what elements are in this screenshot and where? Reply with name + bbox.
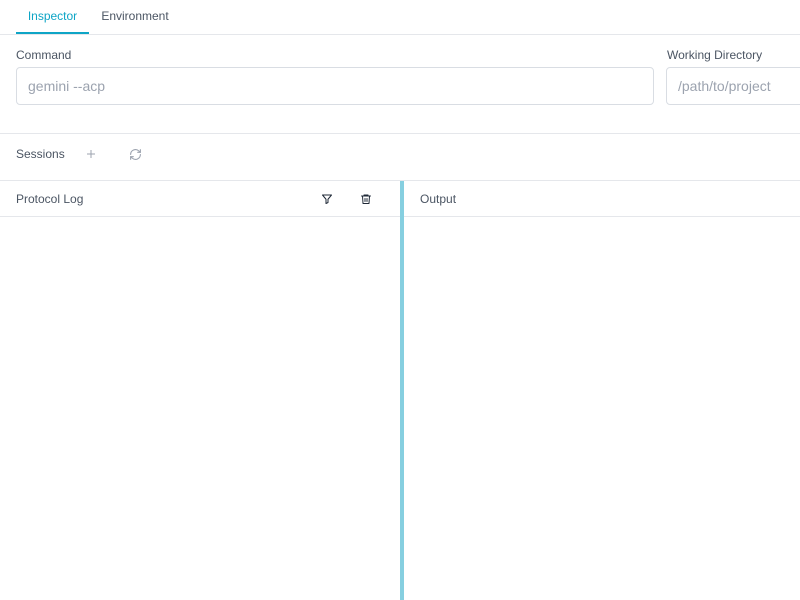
output-panel: Output	[404, 181, 800, 600]
filter-button[interactable]	[317, 189, 337, 209]
sessions-bar: Sessions	[0, 133, 800, 181]
output-header: Output	[404, 181, 800, 217]
working-directory-input[interactable]	[666, 67, 800, 105]
app-window: Inspector Environment Command Working Di…	[0, 0, 800, 600]
protocol-log-title: Protocol Log	[16, 192, 84, 206]
output-title: Output	[420, 192, 457, 206]
working-directory-label: Working Directory	[667, 48, 763, 62]
protocol-log-panel: Protocol Log	[0, 181, 400, 600]
tab-environment[interactable]: Environment	[89, 0, 181, 34]
refresh-icon	[129, 148, 141, 160]
clear-log-button[interactable]	[356, 189, 376, 209]
add-session-button[interactable]	[81, 144, 101, 164]
tab-bar: Inspector Environment	[0, 0, 800, 35]
trash-icon	[361, 194, 371, 204]
command-input[interactable]	[16, 67, 654, 105]
command-label: Command	[16, 48, 72, 62]
protocol-log-header: Protocol Log	[0, 181, 400, 217]
plus-icon	[87, 150, 95, 158]
tab-inspector[interactable]: Inspector	[16, 0, 89, 34]
sessions-label: Sessions	[16, 147, 65, 161]
refresh-sessions-button[interactable]	[125, 144, 145, 164]
filter-icon	[322, 194, 332, 204]
